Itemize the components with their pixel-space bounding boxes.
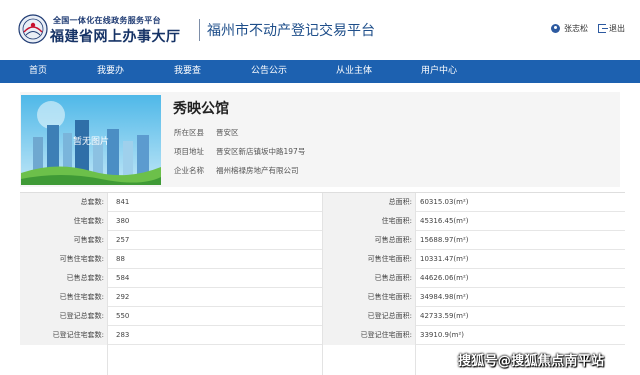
district-value: 晋安区 — [216, 128, 239, 137]
user-name[interactable]: 张志松 — [564, 23, 588, 34]
stat-label: 已登记总套数: — [20, 307, 107, 326]
table-divider — [107, 193, 108, 375]
company-row: 企业名称 福州榕禄房地产有限公司 — [174, 165, 299, 176]
stat-value: 45316.45(m²) — [420, 217, 469, 225]
stat-label: 已售总面积: — [322, 269, 415, 288]
stat-label: 可售套数: — [20, 231, 107, 250]
stat-label: 可售住宅面积: — [322, 250, 415, 269]
user-icon — [551, 24, 560, 33]
district-label: 所在区县 — [174, 128, 204, 137]
image-caption: 暂无图片 — [73, 135, 109, 147]
table-divider — [322, 193, 323, 375]
stat-label: 住宅面积: — [322, 212, 415, 231]
stat-value: 88 — [116, 255, 125, 263]
nav-item-apply[interactable]: 我要办 — [97, 60, 124, 83]
header: 全国一体化在线政务服务平台 福建省网上办事大厅 福州市不动产登记交易平台 张志松… — [0, 0, 640, 60]
stat-label: 已售住宅套数: — [20, 288, 107, 307]
stat-label: 总套数: — [20, 193, 107, 212]
stat-value: 33910.9(m²) — [420, 331, 465, 339]
stat-value: 380 — [116, 217, 130, 225]
nav-item-announcements[interactable]: 公告公示 — [251, 60, 287, 83]
stat-label: 已登记住宅套数: — [20, 326, 107, 345]
header-divider — [199, 19, 200, 41]
stat-value: 10331.47(m²) — [420, 255, 469, 263]
stat-label: 已售总套数: — [20, 269, 107, 288]
portal-subtitle: 全国一体化在线政务服务平台 — [53, 16, 161, 25]
district-row: 所在区县 晋安区 — [174, 127, 239, 138]
stat-label: 已登记总面积: — [322, 307, 415, 326]
stat-label: 总面积: — [322, 193, 415, 212]
project-placeholder-image: 暂无图片 — [21, 95, 161, 185]
stat-value: 15688.97(m²) — [420, 236, 469, 244]
address-value: 晋安区新店镇坂中路197号 — [216, 147, 306, 156]
stat-value: 257 — [116, 236, 130, 244]
project-name: 秀映公馆 — [173, 101, 229, 117]
user-menu[interactable]: 张志松 — [551, 23, 588, 34]
stat-value: 283 — [116, 331, 130, 339]
nav-item-practitioners[interactable]: 从业主体 — [336, 60, 372, 83]
stat-label: 可售总面积: — [322, 231, 415, 250]
stat-value: 34984.98(m²) — [420, 293, 469, 301]
logout-label[interactable]: 退出 — [609, 23, 625, 34]
nav-item-home[interactable]: 首页 — [29, 60, 47, 83]
stat-value: 42733.59(m²) — [420, 312, 469, 320]
stat-value: 584 — [116, 274, 130, 282]
stat-value: 44626.06(m²) — [420, 274, 469, 282]
stat-label: 已登记住宅面积: — [322, 326, 415, 345]
company-value: 福州榕禄房地产有限公司 — [216, 166, 299, 175]
stats-table: 总套数: 841 总面积: 60315.03(m²) 住宅套数: 380 住宅面… — [20, 192, 625, 375]
stat-label: 已售住宅面积: — [322, 288, 415, 307]
logout-icon — [598, 24, 608, 33]
address-label: 项目地址 — [174, 147, 204, 156]
site-title[interactable]: 福州市不动产登记交易平台 — [207, 20, 375, 40]
stat-value: 60315.03(m²) — [420, 198, 469, 206]
address-row: 项目地址 晋安区新店镇坂中路197号 — [174, 146, 305, 157]
portal-title[interactable]: 福建省网上办事大厅 — [50, 26, 181, 46]
stat-label: 可售住宅套数: — [20, 250, 107, 269]
nav-item-user-center[interactable]: 用户中心 — [421, 60, 457, 83]
company-label: 企业名称 — [174, 166, 204, 175]
government-emblem-icon — [18, 14, 48, 44]
nav-item-query[interactable]: 我要查 — [174, 60, 201, 83]
stat-value: 841 — [116, 198, 130, 206]
stat-value: 292 — [116, 293, 130, 301]
main-nav: 首页 我要办 我要查 公告公示 从业主体 用户中心 — [0, 60, 640, 83]
stat-value: 550 — [116, 312, 130, 320]
watermark: 搜狐号@搜狐焦点南平站 — [458, 354, 605, 369]
logout-button[interactable]: 退出 — [598, 23, 625, 34]
stat-label: 住宅套数: — [20, 212, 107, 231]
table-divider — [415, 193, 416, 375]
